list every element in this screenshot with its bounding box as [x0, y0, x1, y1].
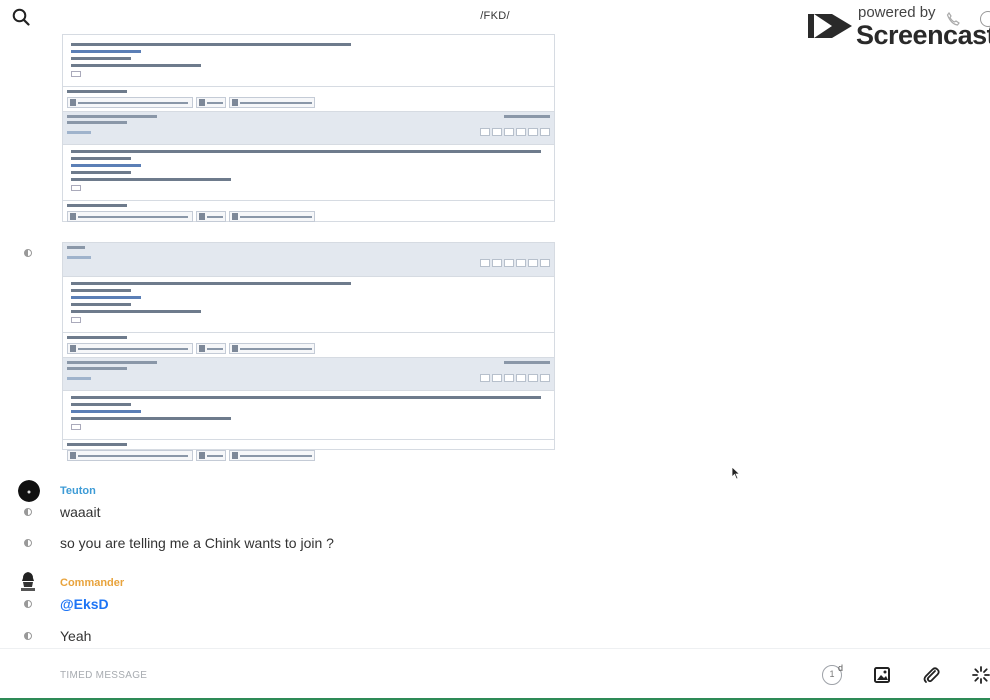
user-mention[interactable]: @EksD	[60, 596, 109, 612]
message-author[interactable]: Teuton	[60, 485, 96, 497]
message-status-icon	[24, 600, 32, 608]
room-header: /FKD/ powered by Screencastify	[0, 0, 990, 50]
email-screenshot-image[interactable]	[62, 34, 555, 222]
message-input[interactable]	[60, 665, 760, 685]
message-status-icon	[24, 632, 32, 640]
message-author[interactable]: Commander	[60, 577, 124, 589]
message-composer: 1 d	[0, 648, 990, 700]
avatar[interactable]	[18, 571, 38, 593]
message-status-icon	[24, 539, 32, 547]
timer-value: 1	[829, 669, 835, 679]
message-stream: Teuton waaait so you are telling me a Ch…	[0, 34, 990, 648]
screencastify-watermark: powered by Screencastify	[808, 4, 990, 50]
loading-icon[interactable]	[971, 665, 990, 685]
message-status-icon	[24, 249, 32, 257]
timer-icon[interactable]: 1 d	[822, 663, 843, 685]
message-status-icon	[24, 508, 32, 516]
powered-by-label: powered by	[858, 4, 936, 21]
email-screenshot-image[interactable]	[62, 242, 555, 461]
message-text: waaait	[60, 504, 101, 520]
message-text: Yeah	[60, 628, 92, 644]
avatar[interactable]	[18, 480, 40, 502]
brand-name: Screencastify	[856, 20, 990, 50]
timer-unit: d	[838, 663, 844, 673]
cursor-icon	[731, 466, 741, 480]
screencastify-logo-icon	[808, 14, 852, 38]
image-icon[interactable]	[872, 665, 892, 685]
attachment-icon[interactable]	[921, 665, 941, 685]
message-text: so you are telling me a Chink wants to j…	[60, 535, 334, 551]
phone-icon[interactable]	[946, 12, 960, 26]
info-icon[interactable]	[980, 11, 990, 27]
